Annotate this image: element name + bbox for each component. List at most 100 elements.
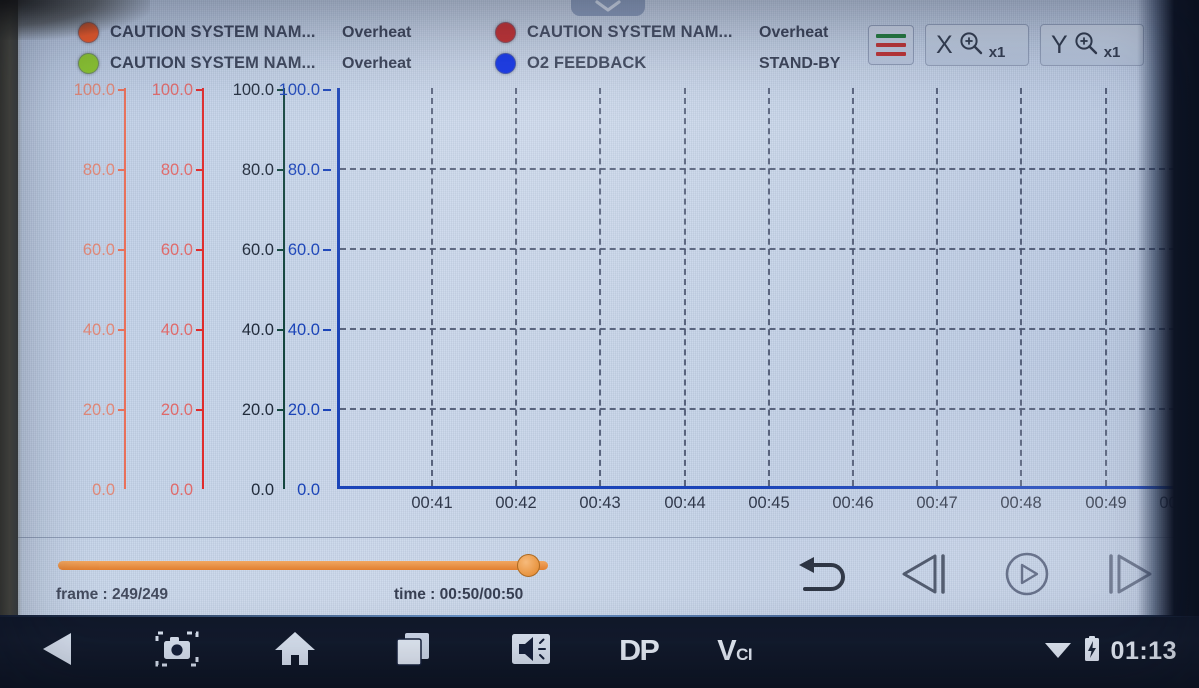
gridline-vertical [1020, 88, 1022, 486]
gridline-vertical [515, 88, 517, 486]
status-clock: 01:13 [1110, 637, 1177, 665]
legend-column-2: CAUTION SYSTEM NAM... Overheat O2 FEEDBA… [495, 17, 840, 79]
legend-item[interactable]: CAUTION SYSTEM NAM... Overheat [78, 17, 462, 48]
x-axis-tick: 00:41 [411, 494, 453, 512]
step-back-button[interactable] [894, 548, 956, 604]
legend-toggle-button[interactable] [868, 25, 914, 65]
battery-charging-icon [1083, 635, 1101, 668]
chart-toolbar: X x1 Y x1 [868, 24, 1144, 66]
gridline-horizontal [340, 168, 1185, 170]
legend-list-icon-bar-2 [876, 43, 906, 47]
recents-button[interactable] [384, 623, 442, 681]
status-dot [495, 53, 516, 74]
vci-logo-text: VCI [717, 635, 753, 667]
vci-logo[interactable]: VCI [717, 623, 752, 681]
gridline-horizontal [340, 248, 1185, 250]
home-icon [272, 628, 318, 675]
collapse-handle[interactable] [571, 0, 645, 16]
zoom-in-icon [958, 30, 984, 61]
x-axis-tick: 00:50 [1159, 494, 1199, 512]
legend-item-label: CAUTION SYSTEM NAM... [110, 23, 316, 41]
legend-item[interactable]: CAUTION SYSTEM NAM... Overheat [78, 48, 462, 79]
x-axis-labels: 00:41 00:42 00:43 00:44 00:45 00:46 00:4… [337, 494, 1199, 526]
timeline-slider-thumb[interactable] [517, 554, 540, 577]
volume-button[interactable] [502, 623, 560, 681]
y-axis-4-tick: 20.0 [288, 401, 331, 419]
legend-list-icon-bar-3 [876, 52, 906, 56]
gridline-vertical [1105, 88, 1107, 486]
x-zoom-factor: x1 [988, 44, 1006, 61]
plot-canvas[interactable] [337, 88, 1185, 489]
x-axis-tick: 00:42 [495, 494, 537, 512]
dp-logo-text: DP [619, 635, 660, 667]
x-axis-letter: X [936, 30, 953, 59]
loop-replay-button[interactable] [792, 548, 854, 604]
back-button[interactable] [30, 623, 88, 681]
legend-column-1: CAUTION SYSTEM NAM... Overheat CAUTION S… [78, 17, 462, 79]
device-screenshot: CAUTION SYSTEM NAM... Overheat CAUTION S… [0, 0, 1199, 688]
legend-item-state: STAND-BY [759, 54, 841, 72]
status-dot [78, 53, 99, 74]
gridline-vertical [852, 88, 854, 486]
gridline-horizontal [340, 408, 1185, 410]
y-axis-4-tick: 60.0 [288, 241, 331, 259]
gridline-vertical [768, 88, 770, 486]
transport-controls [792, 548, 1160, 604]
wifi-icon [1043, 637, 1073, 666]
gridline-vertical [599, 88, 601, 486]
legend-list-icon-bar-1 [876, 34, 906, 38]
legend-item-label: CAUTION SYSTEM NAM... [527, 23, 733, 41]
legend-item-label: CAUTION SYSTEM NAM... [110, 54, 316, 72]
plot-left-axis [337, 88, 340, 489]
play-circle-icon [1001, 548, 1053, 605]
legend-item-label: O2 FEEDBACK [527, 54, 647, 72]
legend-item-state: Overheat [342, 23, 412, 41]
android-navigation-bar: DP VCI 01:13 [0, 615, 1199, 688]
legend-item-state: Overheat [759, 23, 829, 41]
x-axis-tick: 00:44 [664, 494, 706, 512]
x-axis-tick: 00:43 [579, 494, 621, 512]
timeline-slider-track[interactable] [58, 561, 548, 570]
step-backward-icon [899, 551, 951, 602]
x-axis-tick: 00:45 [748, 494, 790, 512]
gridline-horizontal [340, 328, 1185, 330]
timeline-slider[interactable] [58, 554, 548, 577]
legend-item[interactable]: CAUTION SYSTEM NAM... Overheat [495, 17, 840, 48]
zoom-in-icon [1073, 30, 1099, 61]
nav-items: DP VCI [30, 615, 753, 688]
legend-item-state: Overheat [342, 54, 412, 72]
y-axis-4-tick: 0.0 [297, 480, 320, 499]
x-axis-tick: 00:46 [832, 494, 874, 512]
x-axis-tick: 00:49 [1085, 494, 1127, 512]
y-zoom-button[interactable]: Y x1 [1040, 24, 1144, 66]
status-dot [78, 22, 99, 43]
recents-square-icon [391, 628, 435, 675]
triangle-back-icon [37, 629, 81, 674]
gridline-vertical [684, 88, 686, 486]
plot-bottom-axis [337, 486, 1185, 489]
step-forward-button[interactable] [1098, 548, 1160, 604]
chevron-down-icon [593, 0, 623, 13]
y-axis-4-tick: 100.0 [279, 81, 331, 99]
gridline-vertical [431, 88, 433, 486]
y-axis-4-tick: 80.0 [288, 161, 331, 179]
y-axis-letter: Y [1051, 30, 1068, 59]
legend-item[interactable]: O2 FEEDBACK STAND-BY [495, 48, 840, 79]
undo-arrow-icon [795, 552, 851, 601]
play-button[interactable] [996, 548, 1058, 604]
y-zoom-factor: x1 [1103, 44, 1121, 61]
frame-counter: frame : 249/249 [56, 586, 169, 603]
gridline-vertical [936, 88, 938, 486]
status-area: 01:13 [1043, 615, 1177, 688]
screenshot-button[interactable] [148, 623, 206, 681]
playback-bar: frame : 249/249 time : 00:50/00:50 [18, 537, 1178, 615]
y-axis-4: 100.0 80.0 60.0 40.0 20.0 0.0 [243, 81, 339, 499]
step-forward-icon [1103, 551, 1155, 602]
dp-logo[interactable]: DP [619, 623, 660, 681]
home-button[interactable] [266, 623, 324, 681]
status-dot [495, 22, 516, 43]
y-axis-4-tick: 40.0 [288, 321, 331, 339]
camera-icon [153, 628, 201, 675]
time-counter: time : 00:50/00:50 [394, 586, 524, 603]
x-zoom-button[interactable]: X x1 [925, 24, 1029, 66]
